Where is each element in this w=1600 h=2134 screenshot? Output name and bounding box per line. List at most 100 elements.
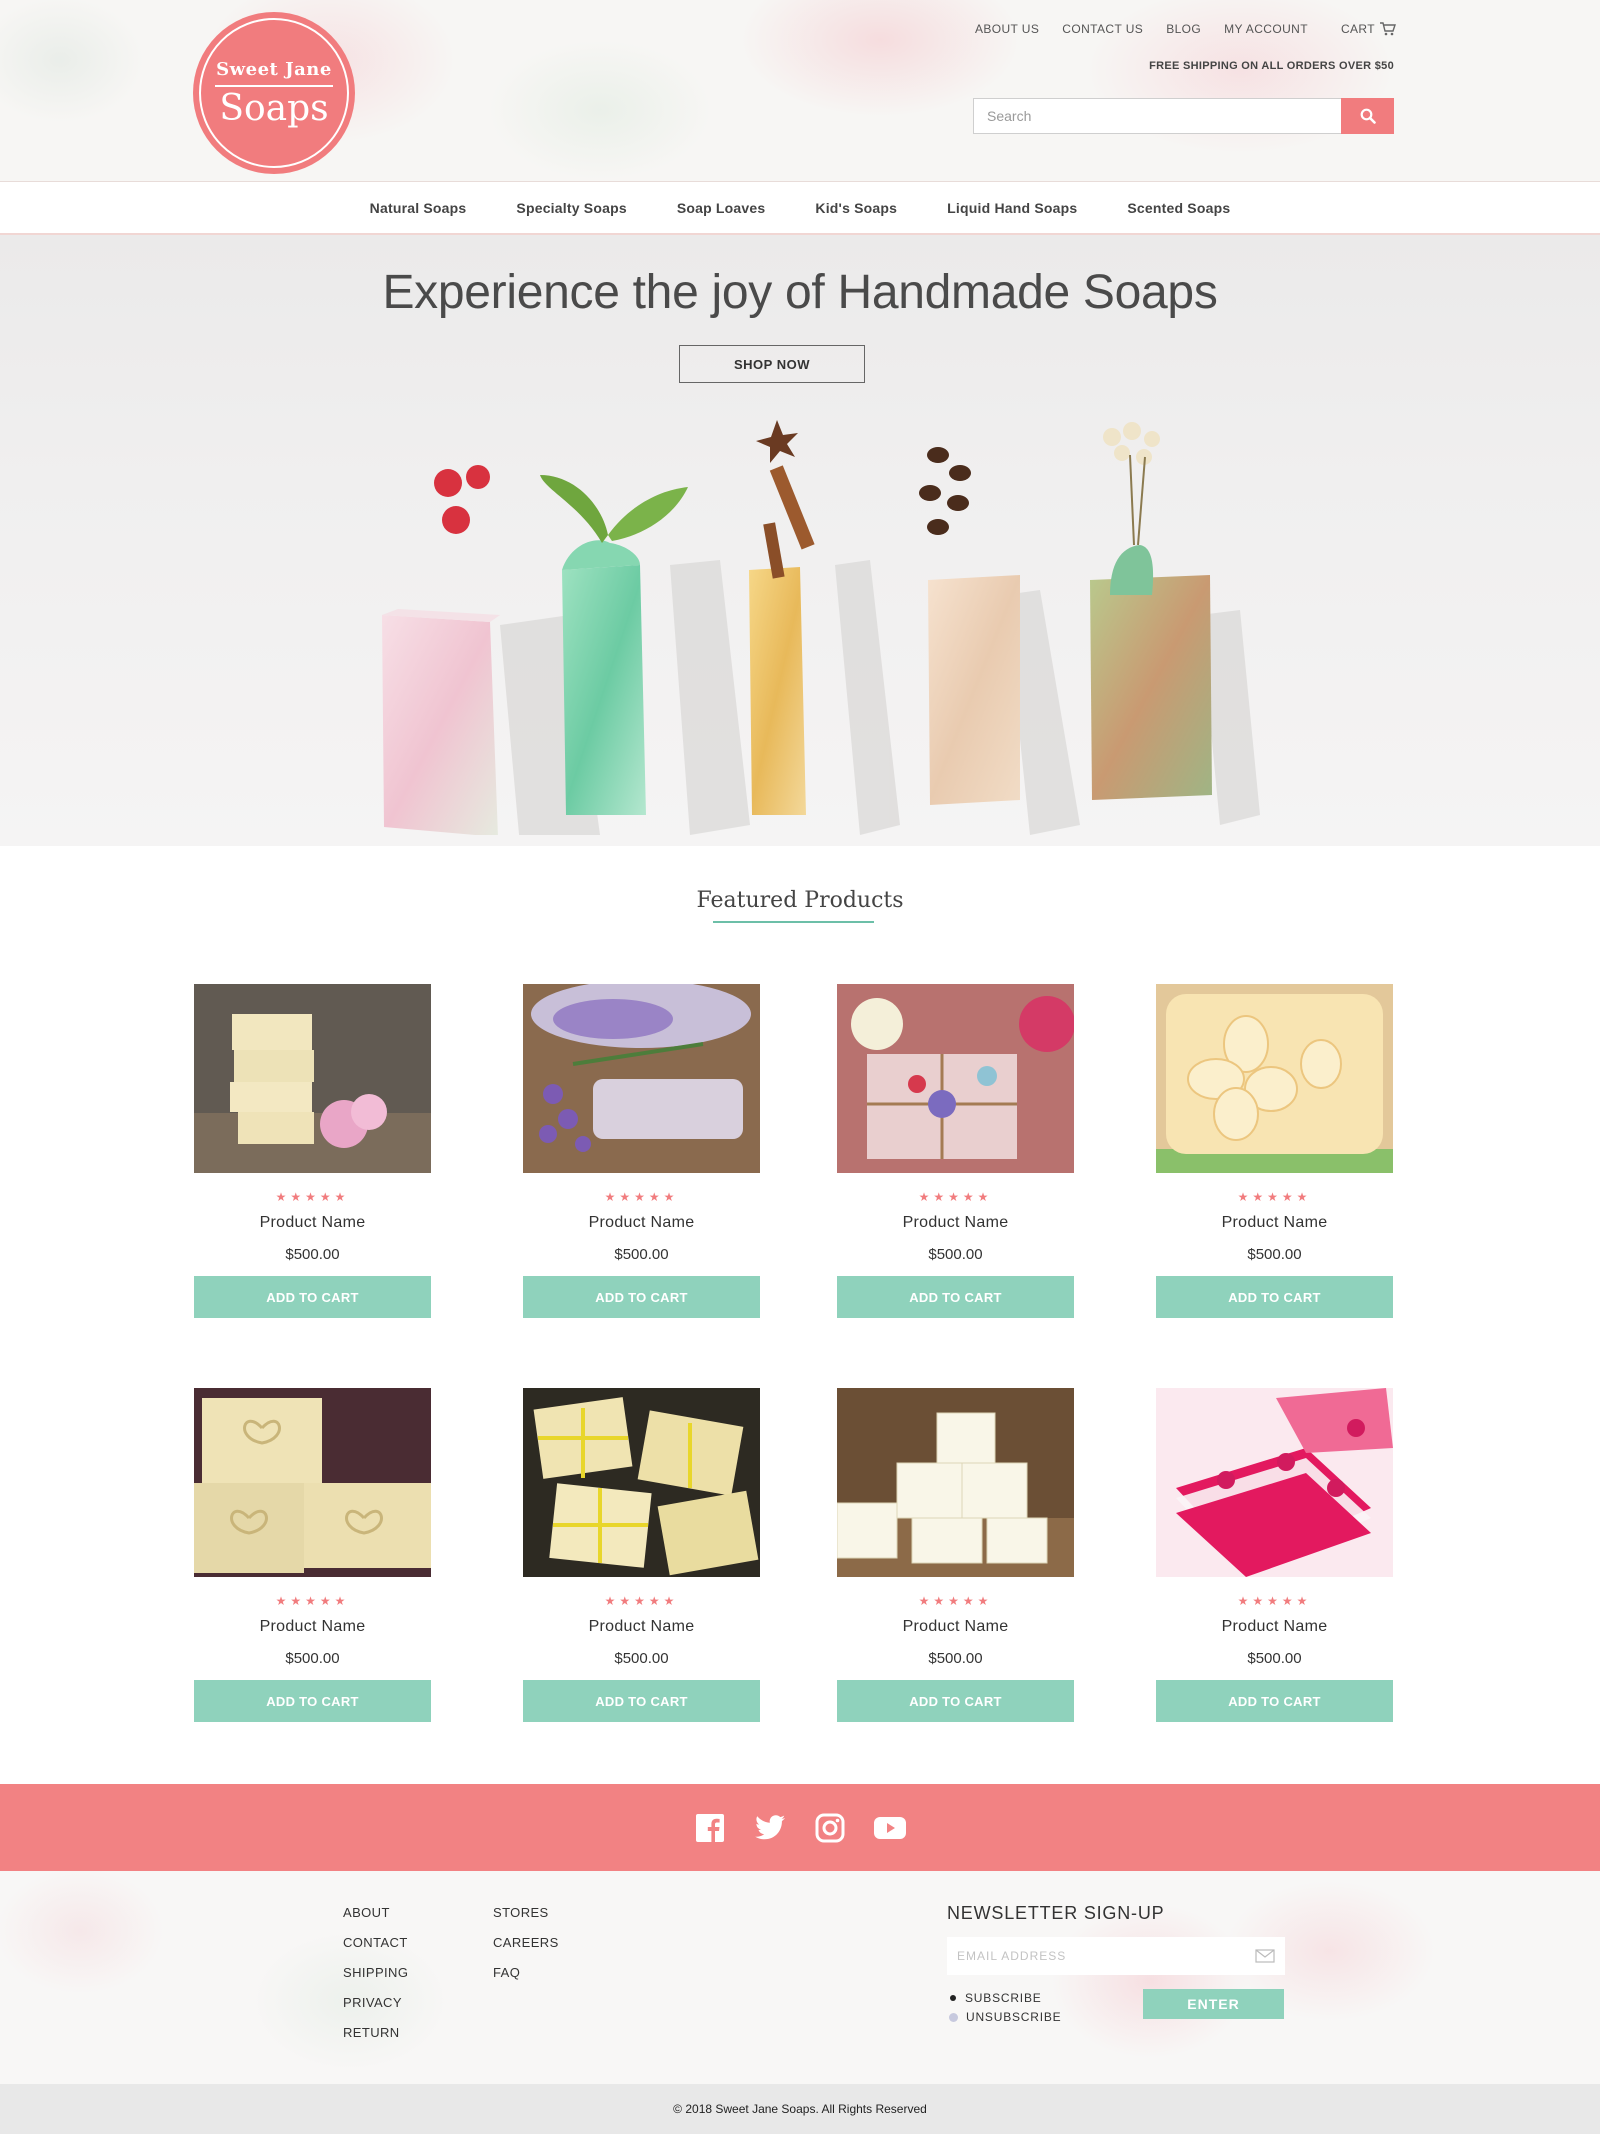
search-bar xyxy=(973,98,1394,134)
rating-stars: ★★★★★ xyxy=(1237,1190,1312,1204)
brand-logo[interactable]: Sweet Jane Soaps xyxy=(193,12,355,174)
product-name[interactable]: Product Name xyxy=(194,1214,431,1232)
product-card: ★★★★★ Product Name $500.00 ADD TO CART xyxy=(837,984,1075,1318)
product-price: $500.00 xyxy=(1247,1650,1302,1667)
footer-link-privacy[interactable]: PRIVACY xyxy=(343,1995,408,2010)
category-scented-soaps[interactable]: Scented Soaps xyxy=(1127,200,1230,216)
category-specialty-soaps[interactable]: Specialty Soaps xyxy=(516,200,626,216)
hero-title: Experience the joy of Handmade Soaps xyxy=(382,266,1218,319)
rating-stars: ★★★★★ xyxy=(918,1190,993,1204)
rating-stars: ★★★★★ xyxy=(275,1594,350,1608)
product-price: $500.00 xyxy=(285,1246,340,1263)
add-to-cart-button[interactable]: ADD TO CART xyxy=(1156,1276,1393,1318)
product-card: ★★★★★ Product Name $500.00 ADD TO CART xyxy=(836,1388,1074,1722)
add-to-cart-button[interactable]: ADD TO CART xyxy=(523,1276,760,1318)
add-to-cart-button[interactable]: ADD TO CART xyxy=(837,1276,1074,1318)
rating-stars: ★★★★★ xyxy=(1237,1594,1312,1608)
nav-contact-us[interactable]: CONTACT US xyxy=(1062,22,1143,36)
search-button[interactable] xyxy=(1341,98,1394,134)
twitter-icon[interactable] xyxy=(754,1812,786,1844)
newsletter-title: NEWSLETTER SIGN-UP xyxy=(947,1903,1165,1923)
hero-soap-image xyxy=(382,420,1260,835)
unsubscribe-label: UNSUBSCRIBE xyxy=(966,2010,1062,2024)
add-to-cart-button[interactable]: ADD TO CART xyxy=(1156,1680,1393,1722)
site-header: Sweet Jane Soaps ABOUT US CONTACT US BLO… xyxy=(0,0,1600,182)
newsletter-enter-button[interactable]: ENTER xyxy=(1143,1989,1284,2019)
product-card: ★★★★★ Product Name $500.00 ADD TO CART xyxy=(1156,984,1393,1318)
subscribe-label: SUBSCRIBE xyxy=(965,1991,1042,2005)
cart-link[interactable]: CART xyxy=(1341,22,1396,36)
product-name[interactable]: Product Name xyxy=(1156,1214,1393,1232)
add-to-cart-button[interactable]: ADD TO CART xyxy=(194,1680,431,1722)
product-card: ★★★★★ Product Name $500.00 ADD TO CART xyxy=(523,980,760,1318)
envelope-icon xyxy=(1255,1949,1275,1963)
logo-main-text: Soaps xyxy=(219,87,329,129)
product-photo[interactable] xyxy=(1156,1388,1393,1577)
product-card: ★★★★★ Product Name $500.00 ADD TO CART xyxy=(523,1388,760,1722)
newsletter-email-input[interactable] xyxy=(957,1949,1227,1963)
product-photo[interactable] xyxy=(1156,984,1393,1173)
product-card: ★★★★★ Product Name $500.00 ADD TO CART xyxy=(1156,1388,1393,1722)
featured-underline xyxy=(713,921,874,923)
product-name[interactable]: Product Name xyxy=(1156,1618,1393,1636)
category-natural-soaps[interactable]: Natural Soaps xyxy=(370,200,467,216)
footer-link-shipping[interactable]: SHIPPING xyxy=(343,1965,408,1980)
product-photo[interactable] xyxy=(523,1388,760,1577)
footer-link-contact[interactable]: CONTACT xyxy=(343,1935,408,1950)
nav-about-us[interactable]: ABOUT US xyxy=(975,22,1039,36)
free-shipping-notice: FREE SHIPPING ON ALL ORDERS OVER $50 xyxy=(1149,60,1394,72)
product-price: $500.00 xyxy=(1247,1246,1302,1263)
facebook-icon[interactable] xyxy=(694,1812,726,1844)
search-input[interactable] xyxy=(973,98,1341,134)
hero-banner: Experience the joy of Handmade Soaps SHO… xyxy=(0,235,1600,846)
add-to-cart-button[interactable]: ADD TO CART xyxy=(837,1680,1074,1722)
category-liquid-hand-soaps[interactable]: Liquid Hand Soaps xyxy=(947,200,1077,216)
footer-links-col1: ABOUT CONTACT SHIPPING PRIVACY RETURN xyxy=(343,1905,408,2055)
product-card: ★★★★★ Product Name $500.00 ADD TO CART xyxy=(194,1388,431,1722)
rating-stars: ★★★★★ xyxy=(918,1594,993,1608)
footer-link-stores[interactable]: STORES xyxy=(493,1905,559,1920)
cart-label: CART xyxy=(1340,22,1375,36)
subscribe-option[interactable]: SUBSCRIBE xyxy=(949,1991,1042,2005)
product-name[interactable]: Product Name xyxy=(523,1214,760,1232)
product-photo[interactable] xyxy=(194,984,431,1173)
footer-links-col2: STORES CAREERS FAQ xyxy=(493,1905,559,1995)
product-name[interactable]: Product Name xyxy=(837,1618,1074,1636)
nav-my-account[interactable]: MY ACCOUNT xyxy=(1224,22,1308,36)
add-to-cart-button[interactable]: ADD TO CART xyxy=(194,1276,431,1318)
category-soap-loaves[interactable]: Soap Loaves xyxy=(677,200,766,216)
search-icon xyxy=(1360,108,1376,124)
top-nav: ABOUT US CONTACT US BLOG MY ACCOUNT CART xyxy=(952,22,1396,36)
unsubscribe-option[interactable]: UNSUBSCRIBE xyxy=(949,2010,1061,2024)
product-photo[interactable] xyxy=(523,980,760,1173)
site-footer: ABOUT CONTACT SHIPPING PRIVACY RETURN ST… xyxy=(0,1871,1600,2084)
footer-link-careers[interactable]: CAREERS xyxy=(493,1935,559,1950)
social-bar xyxy=(0,1784,1600,1871)
footer-link-about[interactable]: ABOUT xyxy=(343,1905,408,1920)
product-name[interactable]: Product Name xyxy=(194,1618,431,1636)
product-photo[interactable] xyxy=(836,1388,1074,1577)
logo-divider xyxy=(215,84,333,87)
category-nav: Natural Soaps Specialty Soaps Soap Loave… xyxy=(0,182,1600,235)
cart-icon xyxy=(1380,22,1396,36)
footer-link-return[interactable]: RETURN xyxy=(343,2025,408,2040)
unsubscribe-radio[interactable] xyxy=(949,2012,958,2022)
copyright-text: © 2018 Sweet Jane Soaps. All Rights Rese… xyxy=(673,2102,927,2116)
product-name[interactable]: Product Name xyxy=(523,1618,760,1636)
footer-link-faq[interactable]: FAQ xyxy=(493,1965,559,1980)
featured-title: Featured Products xyxy=(696,888,904,913)
product-price: $500.00 xyxy=(285,1650,340,1667)
instagram-icon[interactable] xyxy=(814,1812,846,1844)
product-price: $500.00 xyxy=(928,1650,983,1667)
category-kids-soaps[interactable]: Kid's Soaps xyxy=(815,200,897,216)
shop-now-button[interactable]: SHOP NOW xyxy=(679,345,865,383)
subscribe-radio[interactable] xyxy=(950,1995,956,2001)
product-photo[interactable] xyxy=(837,984,1075,1173)
product-photo[interactable] xyxy=(194,1388,431,1577)
add-to-cart-button[interactable]: ADD TO CART xyxy=(523,1680,760,1722)
copyright-bar: © 2018 Sweet Jane Soaps. All Rights Rese… xyxy=(0,2084,1600,2134)
product-name[interactable]: Product Name xyxy=(837,1214,1074,1232)
nav-blog[interactable]: BLOG xyxy=(1166,22,1201,36)
rating-stars: ★★★★★ xyxy=(604,1190,679,1204)
youtube-icon[interactable] xyxy=(874,1812,906,1844)
